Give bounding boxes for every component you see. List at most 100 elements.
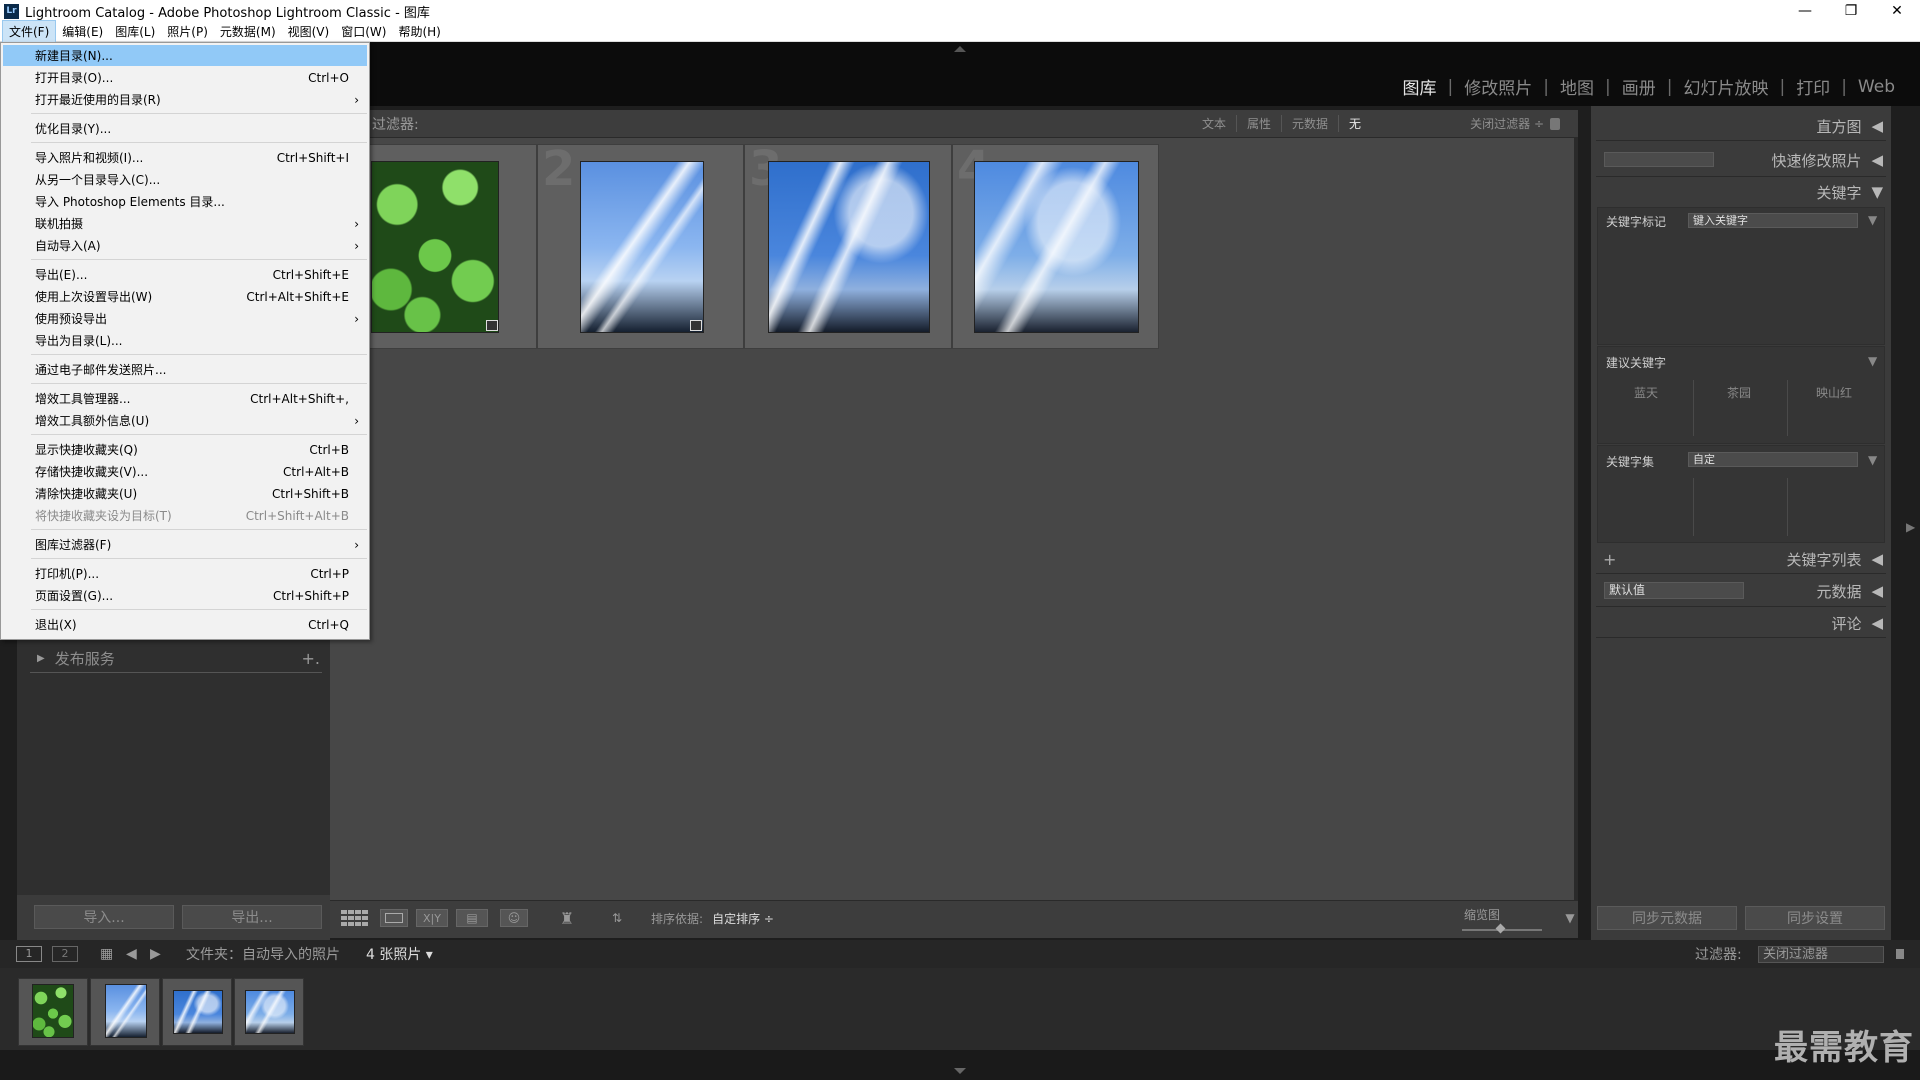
export-button[interactable]: 导出... [182,905,322,929]
grid-cell[interactable]: 3 [744,141,952,349]
menu-new-catalog[interactable]: 新建目录(N)... [3,45,367,66]
filmstrip-cell[interactable] [234,978,304,1046]
collapse-arrow-icon[interactable]: ◀ [1871,582,1883,600]
menu-import-elements[interactable]: 导入 Photoshop Elements 目录... [3,191,367,212]
filter-metadata-option[interactable]: 元数据 [1282,115,1340,132]
collapse-arrow-icon[interactable]: ◀ [1871,117,1883,135]
menu-export-previous[interactable]: 使用上次设置导出(W) Ctrl+Alt+Shift+E [3,286,367,307]
toolbar-menu-chevron-down-icon[interactable]: ▼ [1562,909,1578,927]
menu-view[interactable]: 视图(V) [282,21,336,42]
module-map[interactable]: 地图 [1549,74,1605,99]
suggested-keyword[interactable]: 蓝天 [1634,384,1658,401]
menu-export-as-catalog[interactable]: 导出为目录(L)... [3,330,367,351]
sky-contrails-thumbnail[interactable] [245,990,295,1034]
menu-plugin-manager[interactable]: 增效工具管理器... Ctrl+Alt+Shift+, [3,388,367,409]
menu-show-quick-collection[interactable]: 显示快捷收藏夹(Q) Ctrl+B [3,439,367,460]
dropdown-arrow-icon[interactable]: ▼ [1868,354,1877,368]
grid-scrollbar[interactable] [1574,138,1578,900]
module-develop[interactable]: 修改照片 [1453,74,1543,99]
sync-settings-button[interactable]: 同步设置 [1745,906,1885,930]
survey-view-icon[interactable]: ▤ [456,909,488,927]
module-library[interactable]: 图库 [1392,74,1448,99]
collapse-arrow-icon[interactable]: ◀ [1871,151,1883,169]
sync-metadata-button[interactable]: 同步元数据 [1597,906,1737,930]
module-book[interactable]: 画册 [1611,74,1667,99]
edited-badge-icon[interactable] [690,320,702,331]
lock-icon[interactable] [1550,117,1560,130]
metadata-header[interactable]: 元数据 ◀ [1591,577,1891,605]
sky-contrails-thumbnail[interactable] [974,161,1139,333]
menu-file[interactable]: 文件(F) [2,20,57,43]
menu-plugin-extras[interactable]: 增效工具额外信息(U) › [3,410,367,431]
menu-exit[interactable]: 退出(X) Ctrl+Q [3,614,367,635]
sort-select[interactable]: 自定排序 ÷ [708,909,778,927]
module-print[interactable]: 打印 [1785,74,1841,99]
menu-window[interactable]: 窗口(W) [335,21,392,42]
add-keyword-plus-icon[interactable]: + [1603,550,1616,569]
menu-page-setup[interactable]: 页面设置(G)... Ctrl+Shift+P [3,585,367,606]
histogram-header[interactable]: 直方图 ◀ [1591,112,1891,140]
right-panel-toggle-arrow-icon[interactable]: ▶ [1906,520,1915,534]
suggested-keyword[interactable]: 映山红 [1816,384,1852,401]
menu-edit[interactable]: 编辑(E) [56,21,109,42]
menu-library-filters[interactable]: 图库过滤器(F) › [3,534,367,555]
expand-arrow-icon[interactable]: ▼ [1871,183,1883,201]
people-view-icon[interactable]: ☺ [500,909,528,927]
import-button[interactable]: 导入... [34,905,174,929]
filmstrip-filter-select[interactable]: 关闭过滤器 [1758,945,1884,963]
sort-direction-icon[interactable]: ⇅ [602,909,632,927]
sky-contrails-thumbnail[interactable] [173,990,223,1034]
menu-export-preset[interactable]: 使用预设导出 › [3,308,367,329]
quick-develop-header[interactable]: 快速修改照片 ◀ [1591,146,1891,174]
grid-view-icon[interactable] [340,909,370,927]
menu-metadata[interactable]: 元数据(M) [214,21,282,42]
keyword-tags-input[interactable]: 键入关键字 [1688,213,1858,228]
filter-attribute-option[interactable]: 属性 [1237,115,1283,132]
grid-cell[interactable]: 2 [537,141,744,349]
secondary-window-button[interactable]: 2 [52,946,78,962]
forward-arrow-icon[interactable]: ▶ [150,946,161,962]
menu-save-quick-collection[interactable]: 存储快捷收藏夹(V)... Ctrl+Alt+B [3,461,367,482]
menu-photo[interactable]: 照片(P) [161,21,214,42]
filmstrip-cell[interactable] [162,978,232,1046]
filmstrip-cell[interactable] [18,978,88,1046]
painter-icon[interactable]: ♜ [558,909,576,928]
comments-header[interactable]: 评论 ◀ [1591,609,1891,637]
menu-email-photos[interactable]: 通过电子邮件发送照片... [3,359,367,380]
green-leaves-thumbnail[interactable] [32,984,74,1038]
sky-contrails-thumbnail[interactable] [580,161,704,333]
menu-library[interactable]: 图库(L) [109,21,161,42]
filter-preset-select[interactable]: 关闭过滤器 ÷ [1470,115,1544,132]
collapse-arrow-icon[interactable]: ◀ [1871,550,1883,568]
menu-export[interactable]: 导出(E)... Ctrl+Shift+E [3,264,367,285]
loupe-view-icon[interactable] [380,909,408,927]
menu-auto-import[interactable]: 自动导入(A) › [3,235,367,256]
dropdown-arrow-icon[interactable]: ▼ [1868,213,1877,227]
menu-print[interactable]: 打印机(P)... Ctrl+P [3,563,367,584]
back-arrow-icon[interactable]: ◀ [126,946,137,962]
dropdown-arrow-icon[interactable]: ▼ [1868,453,1877,467]
keyword-list-header[interactable]: + 关键字列表 ◀ [1591,545,1891,573]
filter-text-option[interactable]: 文本 [1192,115,1238,132]
publish-services-header[interactable]: ▶ 发布服务 +. [17,645,330,671]
keywording-header[interactable]: 关键字 ▼ [1591,178,1891,206]
menu-clear-quick-collection[interactable]: 清除快捷收藏夹(U) Ctrl+Shift+B [3,483,367,504]
module-slideshow[interactable]: 幻灯片放映 [1672,74,1779,99]
filter-preset[interactable]: 关闭过滤器 ÷ [1470,115,1560,132]
collapse-bottom-arrow-icon[interactable] [954,1068,966,1074]
primary-window-button[interactable]: 1 [16,946,42,962]
filter-none-option[interactable]: 无 [1339,115,1371,132]
photo-count[interactable]: 4 张照片 ▾ [366,944,433,964]
grid-view-small-icon[interactable]: ▦ [100,946,113,962]
module-web[interactable]: Web [1847,77,1906,97]
close-button[interactable]: ✕ [1874,0,1920,22]
add-publish-service-button[interactable]: +. [302,649,321,668]
menu-optimize-catalog[interactable]: 优化目录(Y)... [3,118,367,139]
menu-help[interactable]: 帮助(H) [392,21,446,42]
lock-icon[interactable] [1896,949,1904,959]
filmstrip-cell[interactable] [90,978,160,1046]
green-leaves-thumbnail[interactable] [371,161,499,333]
menu-import-photos[interactable]: 导入照片和视频(I)... Ctrl+Shift+I [3,147,367,168]
collapse-top-arrow-icon[interactable] [954,46,966,52]
sky-contrails-thumbnail[interactable] [768,161,930,333]
